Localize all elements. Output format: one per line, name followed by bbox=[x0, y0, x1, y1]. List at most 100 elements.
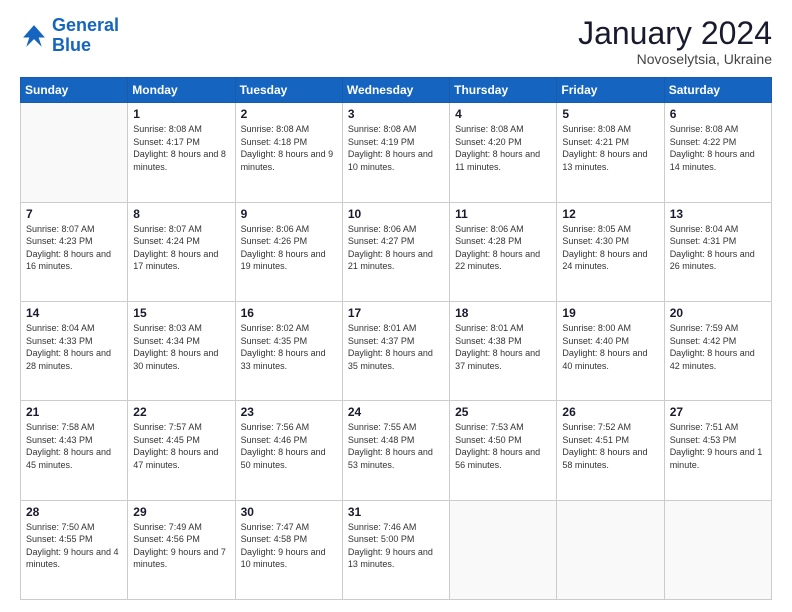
daylight-text: Daylight: 9 hours and 10 minutes. bbox=[241, 546, 337, 571]
location-subtitle: Novoselytsia, Ukraine bbox=[578, 51, 772, 67]
calendar-header-row: Sunday Monday Tuesday Wednesday Thursday… bbox=[21, 78, 772, 103]
sunset-text: Sunset: 4:42 PM bbox=[670, 335, 766, 348]
day-number: 10 bbox=[348, 207, 444, 221]
cell-info: Sunrise: 8:01 AM Sunset: 4:38 PM Dayligh… bbox=[455, 322, 551, 372]
sunrise-text: Sunrise: 7:52 AM bbox=[562, 421, 658, 434]
day-number: 3 bbox=[348, 107, 444, 121]
header-friday: Friday bbox=[557, 78, 664, 103]
cell-info: Sunrise: 7:53 AM Sunset: 4:50 PM Dayligh… bbox=[455, 421, 551, 471]
cell-info: Sunrise: 7:59 AM Sunset: 4:42 PM Dayligh… bbox=[670, 322, 766, 372]
sunset-text: Sunset: 4:26 PM bbox=[241, 235, 337, 248]
table-row: 29 Sunrise: 7:49 AM Sunset: 4:56 PM Dayl… bbox=[128, 500, 235, 599]
table-row: 16 Sunrise: 8:02 AM Sunset: 4:35 PM Dayl… bbox=[235, 301, 342, 400]
sunrise-text: Sunrise: 8:08 AM bbox=[670, 123, 766, 136]
cell-info: Sunrise: 7:50 AM Sunset: 4:55 PM Dayligh… bbox=[26, 521, 122, 571]
sunrise-text: Sunrise: 7:59 AM bbox=[670, 322, 766, 335]
calendar-week-5: 28 Sunrise: 7:50 AM Sunset: 4:55 PM Dayl… bbox=[21, 500, 772, 599]
cell-info: Sunrise: 7:52 AM Sunset: 4:51 PM Dayligh… bbox=[562, 421, 658, 471]
sunset-text: Sunset: 4:30 PM bbox=[562, 235, 658, 248]
table-row bbox=[664, 500, 771, 599]
day-number: 9 bbox=[241, 207, 337, 221]
sunrise-text: Sunrise: 7:50 AM bbox=[26, 521, 122, 534]
cell-info: Sunrise: 8:04 AM Sunset: 4:31 PM Dayligh… bbox=[670, 223, 766, 273]
sunset-text: Sunset: 4:51 PM bbox=[562, 434, 658, 447]
daylight-text: Daylight: 8 hours and 40 minutes. bbox=[562, 347, 658, 372]
cell-info: Sunrise: 7:49 AM Sunset: 4:56 PM Dayligh… bbox=[133, 521, 229, 571]
cell-info: Sunrise: 8:05 AM Sunset: 4:30 PM Dayligh… bbox=[562, 223, 658, 273]
header-tuesday: Tuesday bbox=[235, 78, 342, 103]
daylight-text: Daylight: 9 hours and 7 minutes. bbox=[133, 546, 229, 571]
calendar-table: Sunday Monday Tuesday Wednesday Thursday… bbox=[20, 77, 772, 600]
sunset-text: Sunset: 4:31 PM bbox=[670, 235, 766, 248]
sunrise-text: Sunrise: 8:08 AM bbox=[133, 123, 229, 136]
daylight-text: Daylight: 8 hours and 45 minutes. bbox=[26, 446, 122, 471]
table-row: 1 Sunrise: 8:08 AM Sunset: 4:17 PM Dayli… bbox=[128, 103, 235, 202]
day-number: 21 bbox=[26, 405, 122, 419]
day-number: 15 bbox=[133, 306, 229, 320]
table-row: 30 Sunrise: 7:47 AM Sunset: 4:58 PM Dayl… bbox=[235, 500, 342, 599]
table-row: 14 Sunrise: 8:04 AM Sunset: 4:33 PM Dayl… bbox=[21, 301, 128, 400]
daylight-text: Daylight: 8 hours and 53 minutes. bbox=[348, 446, 444, 471]
daylight-text: Daylight: 8 hours and 21 minutes. bbox=[348, 248, 444, 273]
daylight-text: Daylight: 8 hours and 58 minutes. bbox=[562, 446, 658, 471]
sunset-text: Sunset: 4:28 PM bbox=[455, 235, 551, 248]
daylight-text: Daylight: 8 hours and 14 minutes. bbox=[670, 148, 766, 173]
day-number: 6 bbox=[670, 107, 766, 121]
table-row bbox=[450, 500, 557, 599]
table-row: 9 Sunrise: 8:06 AM Sunset: 4:26 PM Dayli… bbox=[235, 202, 342, 301]
daylight-text: Daylight: 8 hours and 22 minutes. bbox=[455, 248, 551, 273]
sunset-text: Sunset: 4:19 PM bbox=[348, 136, 444, 149]
daylight-text: Daylight: 8 hours and 47 minutes. bbox=[133, 446, 229, 471]
day-number: 20 bbox=[670, 306, 766, 320]
table-row: 5 Sunrise: 8:08 AM Sunset: 4:21 PM Dayli… bbox=[557, 103, 664, 202]
sunset-text: Sunset: 4:35 PM bbox=[241, 335, 337, 348]
table-row: 13 Sunrise: 8:04 AM Sunset: 4:31 PM Dayl… bbox=[664, 202, 771, 301]
day-number: 23 bbox=[241, 405, 337, 419]
daylight-text: Daylight: 8 hours and 16 minutes. bbox=[26, 248, 122, 273]
day-number: 26 bbox=[562, 405, 658, 419]
table-row: 20 Sunrise: 7:59 AM Sunset: 4:42 PM Dayl… bbox=[664, 301, 771, 400]
header-saturday: Saturday bbox=[664, 78, 771, 103]
table-row: 18 Sunrise: 8:01 AM Sunset: 4:38 PM Dayl… bbox=[450, 301, 557, 400]
header-monday: Monday bbox=[128, 78, 235, 103]
sunrise-text: Sunrise: 8:08 AM bbox=[241, 123, 337, 136]
sunrise-text: Sunrise: 8:02 AM bbox=[241, 322, 337, 335]
day-number: 12 bbox=[562, 207, 658, 221]
daylight-text: Daylight: 8 hours and 37 minutes. bbox=[455, 347, 551, 372]
table-row: 19 Sunrise: 8:00 AM Sunset: 4:40 PM Dayl… bbox=[557, 301, 664, 400]
table-row: 7 Sunrise: 8:07 AM Sunset: 4:23 PM Dayli… bbox=[21, 202, 128, 301]
daylight-text: Daylight: 8 hours and 19 minutes. bbox=[241, 248, 337, 273]
page: General Blue January 2024 Novoselytsia, … bbox=[0, 0, 792, 612]
sunrise-text: Sunrise: 8:08 AM bbox=[455, 123, 551, 136]
day-number: 25 bbox=[455, 405, 551, 419]
day-number: 13 bbox=[670, 207, 766, 221]
day-number: 4 bbox=[455, 107, 551, 121]
table-row: 22 Sunrise: 7:57 AM Sunset: 4:45 PM Dayl… bbox=[128, 401, 235, 500]
day-number: 30 bbox=[241, 505, 337, 519]
table-row: 28 Sunrise: 7:50 AM Sunset: 4:55 PM Dayl… bbox=[21, 500, 128, 599]
day-number: 31 bbox=[348, 505, 444, 519]
day-number: 29 bbox=[133, 505, 229, 519]
day-number: 5 bbox=[562, 107, 658, 121]
day-number: 28 bbox=[26, 505, 122, 519]
logo-text: General Blue bbox=[52, 16, 119, 56]
cell-info: Sunrise: 7:56 AM Sunset: 4:46 PM Dayligh… bbox=[241, 421, 337, 471]
day-number: 2 bbox=[241, 107, 337, 121]
sunrise-text: Sunrise: 7:47 AM bbox=[241, 521, 337, 534]
sunset-text: Sunset: 4:37 PM bbox=[348, 335, 444, 348]
sunrise-text: Sunrise: 8:01 AM bbox=[455, 322, 551, 335]
sunrise-text: Sunrise: 8:06 AM bbox=[348, 223, 444, 236]
table-row: 21 Sunrise: 7:58 AM Sunset: 4:43 PM Dayl… bbox=[21, 401, 128, 500]
cell-info: Sunrise: 8:06 AM Sunset: 4:26 PM Dayligh… bbox=[241, 223, 337, 273]
table-row: 12 Sunrise: 8:05 AM Sunset: 4:30 PM Dayl… bbox=[557, 202, 664, 301]
cell-info: Sunrise: 8:01 AM Sunset: 4:37 PM Dayligh… bbox=[348, 322, 444, 372]
cell-info: Sunrise: 8:07 AM Sunset: 4:23 PM Dayligh… bbox=[26, 223, 122, 273]
cell-info: Sunrise: 8:08 AM Sunset: 4:19 PM Dayligh… bbox=[348, 123, 444, 173]
sunrise-text: Sunrise: 7:53 AM bbox=[455, 421, 551, 434]
daylight-text: Daylight: 9 hours and 4 minutes. bbox=[26, 546, 122, 571]
sunrise-text: Sunrise: 7:51 AM bbox=[670, 421, 766, 434]
sunset-text: Sunset: 4:34 PM bbox=[133, 335, 229, 348]
day-number: 18 bbox=[455, 306, 551, 320]
table-row: 3 Sunrise: 8:08 AM Sunset: 4:19 PM Dayli… bbox=[342, 103, 449, 202]
sunset-text: Sunset: 4:55 PM bbox=[26, 533, 122, 546]
